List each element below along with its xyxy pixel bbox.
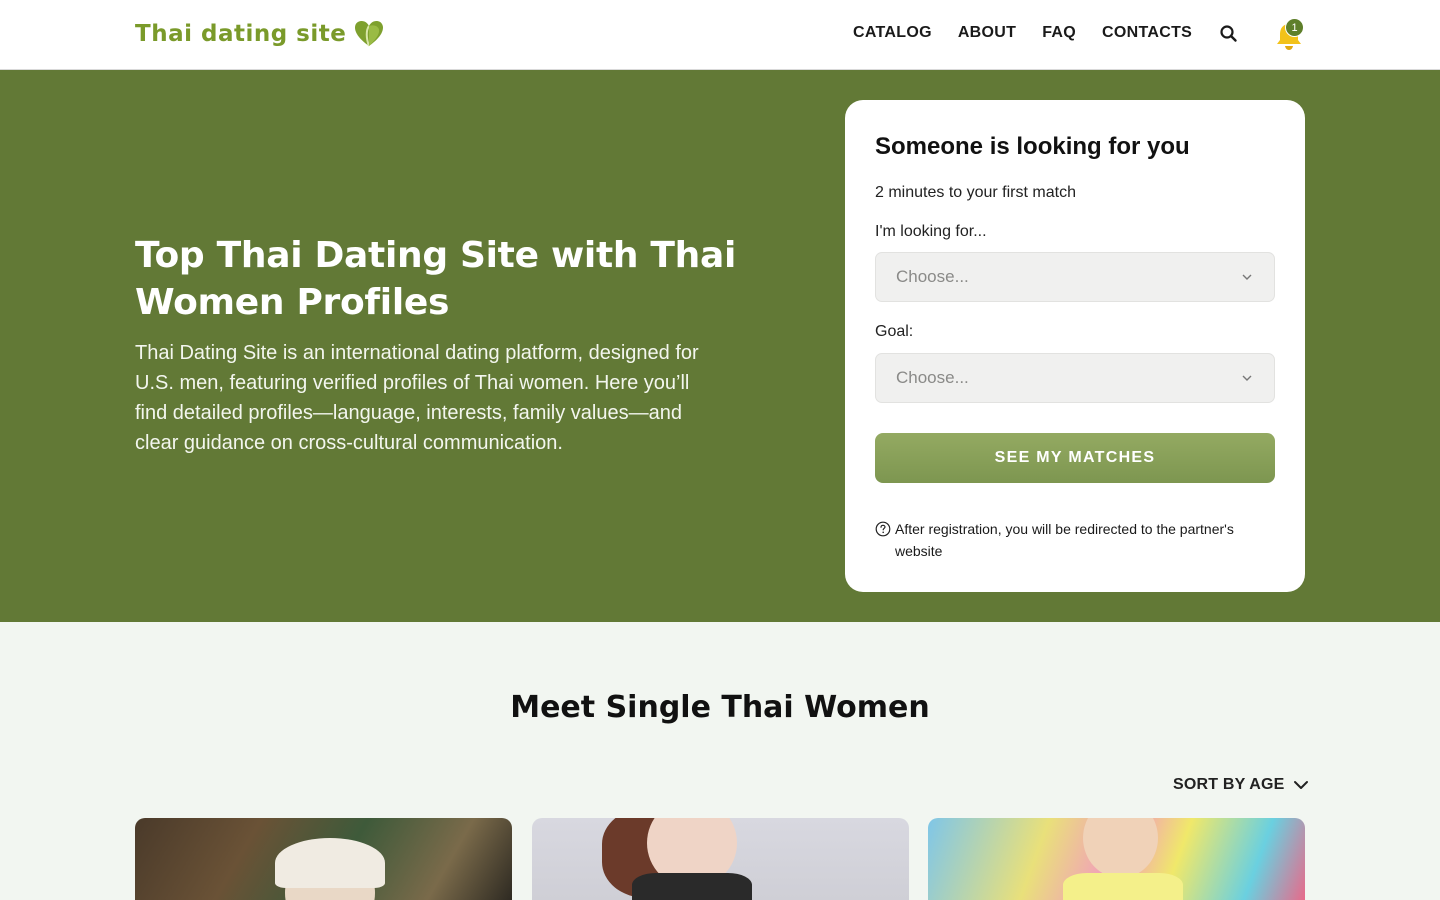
- logo[interactable]: Thai dating site: [135, 18, 384, 50]
- nav-contacts[interactable]: CONTACTS: [1102, 24, 1192, 42]
- notification-badge: 1: [1285, 18, 1304, 37]
- goal-label: Goal:: [875, 323, 914, 340]
- hero-title: Top Thai Dating Site with Thai Women Pro…: [135, 235, 737, 323]
- looking-for-select[interactable]: Choose...: [875, 252, 1275, 302]
- hero-description: Thai Dating Site is an international dat…: [135, 342, 699, 454]
- profile-card-3[interactable]: [928, 818, 1305, 900]
- redirect-note: After registration, you will be redirect…: [895, 521, 1234, 559]
- search-icon[interactable]: [1219, 24, 1239, 44]
- section-title: Meet Single Thai Women: [510, 690, 930, 725]
- site-header: Thai dating site CATALOG ABOUT FAQ CONTA…: [0, 0, 1440, 70]
- looking-for-value: Choose...: [896, 267, 969, 286]
- logo-text: Thai dating site: [135, 21, 347, 47]
- sort-label: SORT BY AGE: [1173, 776, 1285, 793]
- form-subtitle: 2 minutes to your first match: [875, 184, 1076, 201]
- profile-clothing: [1063, 873, 1183, 900]
- chevron-down-icon: [1242, 375, 1252, 381]
- looking-for-label: I'm looking for...: [875, 223, 987, 240]
- nav-faq[interactable]: FAQ: [1042, 24, 1076, 42]
- nav-catalog[interactable]: CATALOG: [853, 24, 932, 42]
- help-circle-icon: [875, 521, 891, 537]
- goal-select[interactable]: Choose...: [875, 353, 1275, 403]
- profile-card-2[interactable]: [532, 818, 909, 900]
- profile-clothing: [632, 873, 752, 900]
- form-title: Someone is looking for you: [875, 133, 1190, 160]
- main-nav: CATALOG ABOUT FAQ CONTACTS: [853, 24, 1192, 42]
- nav-about[interactable]: ABOUT: [958, 24, 1016, 42]
- match-form-card: Someone is looking for you 2 minutes to …: [845, 100, 1305, 592]
- sort-by-age-button[interactable]: SORT BY AGE: [1173, 776, 1309, 794]
- profile-card-1[interactable]: [135, 818, 512, 900]
- profile-photo: [1083, 818, 1158, 878]
- profile-hair: [275, 838, 385, 888]
- chevron-down-icon: [1293, 781, 1308, 789]
- heart-logo-icon: [355, 21, 384, 47]
- see-matches-button[interactable]: SEE MY MATCHES: [875, 433, 1275, 483]
- goal-value: Choose...: [896, 368, 969, 387]
- chevron-down-icon: [1242, 274, 1252, 280]
